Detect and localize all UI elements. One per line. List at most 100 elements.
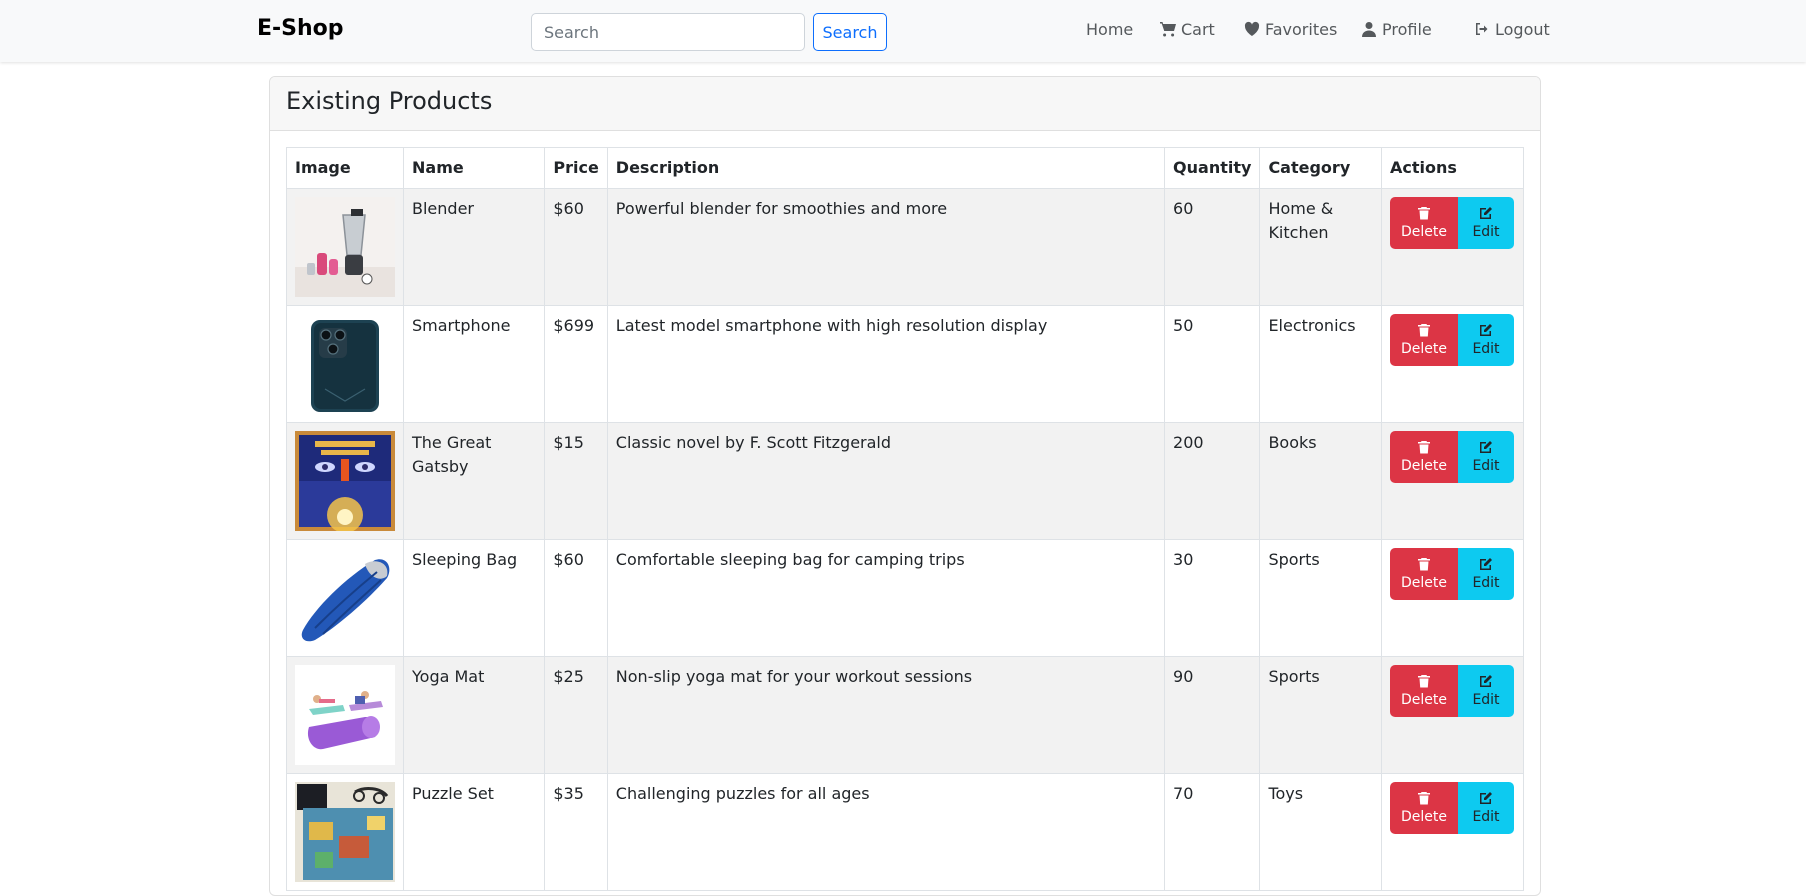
edit-button[interactable]: Edit	[1458, 665, 1514, 717]
product-name: Yoga Mat	[402, 656, 546, 774]
product-price: $15	[544, 422, 608, 540]
actions-cell: Delete Edit	[1381, 188, 1524, 306]
logout-icon	[1476, 23, 1488, 35]
edit-label: Edit	[1472, 575, 1500, 591]
edit-button[interactable]: Edit	[1458, 782, 1514, 834]
puzzle-image	[295, 782, 395, 882]
trash-icon	[1418, 558, 1430, 571]
product-price: $699	[544, 305, 608, 423]
edit-label: Edit	[1472, 224, 1500, 240]
column-header-actions: Actions	[1381, 147, 1524, 189]
edit-button[interactable]: Edit	[1458, 197, 1514, 249]
edit-label: Edit	[1472, 809, 1500, 825]
edit-button[interactable]: Edit	[1458, 431, 1514, 483]
column-header-price: Price	[544, 147, 608, 189]
edit-icon	[1480, 207, 1492, 219]
delete-button[interactable]: Delete	[1390, 314, 1458, 366]
book-cover-image	[295, 431, 395, 531]
nav-favorites-link[interactable]: Favorites	[1244, 17, 1337, 41]
edit-label: Edit	[1472, 692, 1500, 708]
delete-button[interactable]: Delete	[1390, 665, 1458, 717]
nav-profile-link[interactable]: Profile	[1361, 17, 1432, 41]
user-icon	[1362, 22, 1376, 37]
image-cell	[286, 188, 404, 306]
delete-button[interactable]: Delete	[1390, 548, 1458, 600]
existing-products-card: Existing Products Image Name Price Descr…	[269, 76, 1541, 896]
card-header: Existing Products	[270, 77, 1540, 131]
image-cell	[286, 773, 404, 891]
column-header-category: Category	[1259, 147, 1382, 189]
column-header-description: Description	[606, 147, 1166, 189]
delete-button[interactable]: Delete	[1390, 431, 1458, 483]
product-description: Challenging puzzles for all ages	[606, 773, 1166, 891]
trash-icon	[1418, 441, 1430, 454]
product-quantity: 60	[1164, 188, 1261, 306]
trash-icon	[1418, 324, 1430, 337]
trash-icon	[1418, 207, 1430, 220]
image-cell	[286, 539, 404, 657]
table-row: Puzzle Set $35 Challenging puzzles for a…	[286, 773, 1524, 891]
edit-icon	[1480, 558, 1492, 570]
edit-icon	[1480, 441, 1492, 453]
table-row: The Great Gatsby $15 Classic novel by F.…	[286, 422, 1524, 540]
actions-cell: Delete Edit	[1381, 656, 1524, 774]
product-description: Powerful blender for smoothies and more	[606, 188, 1166, 306]
sleeping-bag-image	[295, 548, 395, 648]
product-quantity: 30	[1164, 539, 1261, 657]
product-category: Toys	[1259, 773, 1382, 891]
column-header-quantity: Quantity	[1164, 147, 1261, 189]
table-row: Blender $60 Powerful blender for smoothi…	[286, 188, 1524, 306]
product-description: Latest model smartphone with high resolu…	[606, 305, 1166, 423]
edit-button[interactable]: Edit	[1458, 314, 1514, 366]
actions-cell: Delete Edit	[1381, 422, 1524, 540]
product-category: Books	[1259, 422, 1382, 540]
delete-label: Delete	[1401, 341, 1447, 357]
product-name: The Great Gatsby	[402, 422, 546, 540]
table-row: Smartphone $699 Latest model smartphone …	[286, 305, 1524, 423]
table-row: Yoga Mat $25 Non-slip yoga mat for your …	[286, 656, 1524, 774]
product-price: $35	[544, 773, 608, 891]
product-price: $60	[544, 539, 608, 657]
edit-button[interactable]: Edit	[1458, 548, 1514, 600]
nav-cart-label: Cart	[1181, 19, 1215, 39]
product-description: Classic novel by F. Scott Fitzgerald	[606, 422, 1166, 540]
yoga-mat-image	[295, 665, 395, 765]
product-name: Puzzle Set	[402, 773, 546, 891]
heart-icon	[1244, 21, 1260, 36]
trash-icon	[1418, 792, 1430, 805]
product-description: Comfortable sleeping bag for camping tri…	[606, 539, 1166, 657]
edit-label: Edit	[1472, 341, 1500, 357]
product-quantity: 90	[1164, 656, 1261, 774]
product-category: Electronics	[1259, 305, 1382, 423]
nav-home-link[interactable]: Home	[1086, 17, 1133, 41]
delete-label: Delete	[1401, 575, 1447, 591]
product-name: Sleeping Bag	[402, 539, 546, 657]
nav-cart-link[interactable]: Cart	[1160, 17, 1215, 41]
product-category: Home & Kitchen	[1259, 188, 1382, 306]
column-header-name: Name	[402, 147, 546, 189]
products-table: Image Name Price Description Quantity Ca…	[286, 147, 1524, 891]
nav-home-label: Home	[1086, 19, 1134, 39]
table-header-row: Image Name Price Description Quantity Ca…	[286, 147, 1524, 189]
nav-logout-link[interactable]: Logout	[1474, 17, 1550, 41]
navbar: E-Shop Search Home Cart Favorites Profil…	[0, 0, 1806, 62]
edit-icon	[1480, 675, 1492, 687]
edit-icon	[1480, 324, 1492, 336]
product-quantity: 200	[1164, 422, 1261, 540]
image-cell	[286, 422, 404, 540]
delete-button[interactable]: Delete	[1390, 782, 1458, 834]
actions-cell: Delete Edit	[1381, 305, 1524, 423]
delete-button[interactable]: Delete	[1390, 197, 1458, 249]
delete-label: Delete	[1401, 692, 1447, 708]
product-name: Smartphone	[402, 305, 546, 423]
nav-favorites-label: Favorites	[1265, 19, 1338, 39]
product-name: Blender	[402, 188, 546, 306]
cart-icon	[1160, 22, 1176, 37]
nav-links: Home Cart Favorites Profile Logout	[0, 17, 1806, 41]
delete-label: Delete	[1401, 224, 1447, 240]
product-price: $60	[544, 188, 608, 306]
edit-icon	[1480, 792, 1492, 804]
actions-cell: Delete Edit	[1381, 773, 1524, 891]
card-title: Existing Products	[286, 87, 493, 115]
product-price: $25	[544, 656, 608, 774]
